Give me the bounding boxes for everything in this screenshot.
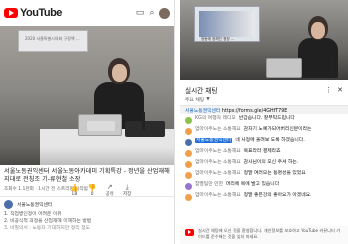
microphone [142, 112, 145, 130]
dislike-icon: 👎 [87, 183, 97, 192]
chat-header: 실시간 채팅 주요 채팅 ▼ [180, 82, 348, 104]
chat-author[interactable]: 엄마이주노는 소통해요 [195, 127, 241, 132]
laptop-secondary [125, 121, 165, 137]
video-title[interactable]: 서울노동권익센터 서울노동아카데미 기획특강 - 정년을 산업재해 지대로 전칭… [4, 168, 172, 184]
chat-avatar[interactable] [185, 183, 192, 190]
pinned-author: 서울노동권익센터 [185, 109, 221, 114]
pinned-message[interactable]: 서울노동권익센터 https://forms.gle/4GHfT79E [180, 106, 348, 114]
live-chat-screen: 정동에 정해진 청정 ... 실시간 채팅 주요 채팅 ▼ ⋮ ✕ 서울노동권익… [180, 0, 348, 244]
channel-name[interactable]: 서울노동권익센터 [17, 201, 52, 208]
presentation-screen: 정동에 정해진 청정 ... [194, 6, 260, 42]
video-description[interactable]: 서울노동권익센터 1. 직업병인정이 어려운 이유 2. 비공식적 과정을 산업… [4, 200, 172, 232]
video-player[interactable]: 2020 서울특별시의회 구정책 ... [0, 26, 174, 165]
chat-welcome-note: 실시간 채팅에 오신 것을 환영합니다. 개인정보를 보호하고 YouTube … [180, 226, 348, 244]
chat-message[interactable]: 엄마이주노는 소통해요 감자기 노예가되어버리신분이라는 [180, 126, 348, 137]
channel-row[interactable]: 서울노동권익센터 [4, 200, 172, 209]
chat-welcome-text: 실시간 채팅에 오신 것을 환영합니다. 개인정보를 보호하고 YouTube … [198, 228, 341, 239]
video-player[interactable]: 정동에 정해진 청정 ... [180, 0, 348, 80]
chat-avatar[interactable] [185, 128, 192, 135]
divider [0, 196, 174, 197]
chat-message-text: 머리에 목에 발고 있습니다 [226, 182, 280, 187]
laptop [266, 58, 302, 78]
video-banner-text: 2020 서울특별시의회 구정책 ... [25, 36, 80, 41]
youtube-logo[interactable]: YouTube [4, 7, 62, 19]
share-icon: ↗ [106, 183, 113, 191]
chevron-down-icon: ▼ [206, 97, 210, 102]
description-line: 2. 비공식적 과정을 산업재해 이해하는 방법 [4, 219, 92, 224]
youtube-icon [185, 229, 194, 236]
save-button[interactable]: ⤓ 저장 [123, 183, 131, 197]
dislike-button[interactable]: 👎 0 [88, 184, 97, 197]
chat-title: 실시간 채팅 [185, 87, 218, 95]
chat-author[interactable]: 서울노동권익센터 [195, 138, 233, 143]
chat-avatar[interactable] [185, 150, 192, 157]
chat-message-text: 감사님이의 모신 주셔 하는. [243, 160, 299, 165]
chat-avatar[interactable] [185, 161, 192, 168]
chat-author[interactable]: 엄마이주노는 소통해요 [195, 171, 241, 176]
chat-message[interactable]: 엄마이주노는 소통해요 정말 좋은강의 좋아요가 아겠네요. [180, 192, 348, 203]
chat-avatar[interactable] [185, 117, 192, 124]
chat-message-text: 반갑습니다. 잘부탁드립니다 [238, 116, 295, 121]
search-icon[interactable]: ⌕ [147, 8, 157, 18]
chat-avatar[interactable] [185, 194, 192, 201]
channel-avatar[interactable] [4, 200, 13, 209]
save-icon: ⤓ [125, 183, 129, 191]
chat-message-list[interactable]: KG의 여행자 레디오 반갑습니다. 잘부탁드립니다 엄마이주노는 소통해요 감자기 … [180, 115, 348, 203]
like-icon: 👍 [70, 183, 79, 192]
description-line: 3. 비질의서 : 노동자 기대하지만 정리 정도 [4, 226, 90, 231]
chat-message-text: 목표라라 결제라죠 [243, 149, 281, 154]
video-actions: 👍 18 👎 0 ↗ 공유 ⤓ 저장 [70, 183, 131, 197]
chat-author[interactable]: 엄마이주노는 소통해요 [195, 160, 241, 165]
youtube-watch-screen: YouTube ▭ ⌕ 2020 서울특별시의회 구정책 ... 서울노동권익센… [0, 0, 175, 244]
chat-message[interactable]: 엄마이주노는 소통해요 목표라라 결제라죠 [180, 148, 348, 159]
youtube-wordmark: YouTube [20, 7, 62, 19]
chat-filter-dropdown[interactable]: 주요 채팅 ▼ [185, 96, 343, 103]
chat-author[interactable]: 엄마이주노는 소통해요 [195, 193, 241, 198]
pinned-text[interactable]: https://forms.gle/4GHfT79E [222, 109, 287, 114]
chat-message[interactable]: 엄마이주노는 소통해요 정말 여러모는 동명성을 있었요 [180, 170, 348, 181]
description-line: 1. 직업병인정이 어려운 이유 [4, 212, 62, 217]
more-options-icon[interactable]: ⋮ [325, 86, 332, 94]
video-banner: 2020 서울특별시의회 구정책 ... [18, 30, 88, 52]
like-button[interactable]: 👍 18 [70, 184, 79, 197]
screenshot-root: YouTube ▭ ⌕ 2020 서울특별시의회 구정책 ... 서울노동권익센… [0, 0, 348, 244]
chat-author[interactable]: KG의 여행자 레디오 [195, 116, 236, 121]
share-button[interactable]: ↗ 공유 [105, 183, 113, 197]
chat-message-text: 네 사정에 올려보 도록 하겠습니다. [235, 138, 305, 143]
close-icon[interactable]: ✕ [337, 86, 343, 94]
microphone [330, 56, 333, 76]
chat-message-text: 정말 여러모는 동명성을 있었요 [243, 171, 306, 176]
youtube-play-icon [4, 8, 18, 18]
chat-message[interactable]: 서울노동권익센터 네 사정에 올려보 도록 하겠습니다. [180, 137, 348, 148]
chat-message[interactable]: 엄마이주노는 소통해요 감사님이의 모신 주셔 하는. [180, 159, 348, 170]
chat-avatar[interactable] [185, 139, 192, 146]
chat-author[interactable]: 엄마이주노는 소통해요 [195, 149, 241, 154]
avatar[interactable] [159, 7, 170, 19]
chat-message-text: 감자기 노예가되어버리신분이라는 [243, 127, 312, 132]
chat-avatar[interactable] [185, 172, 192, 179]
cast-icon[interactable]: ▭ [135, 8, 145, 18]
presentation-screen-text: 정동에 정해진 청정 ... [201, 37, 235, 41]
chat-message[interactable]: 참딸팀만 만한 머리에 목에 발고 있습니다 [180, 181, 348, 192]
chat-message-text: 정말 좋은강의 좋아요가 아겠네요. [243, 193, 312, 198]
laptop [78, 114, 122, 136]
chat-filter-label: 주요 채팅 [185, 98, 205, 103]
chat-message[interactable]: KG의 여행자 레디오 반갑습니다. 잘부탁드립니다 [180, 115, 348, 126]
chat-author[interactable]: 참딸팀만 만한 [195, 182, 223, 187]
youtube-header: YouTube ▭ ⌕ [0, 0, 174, 26]
